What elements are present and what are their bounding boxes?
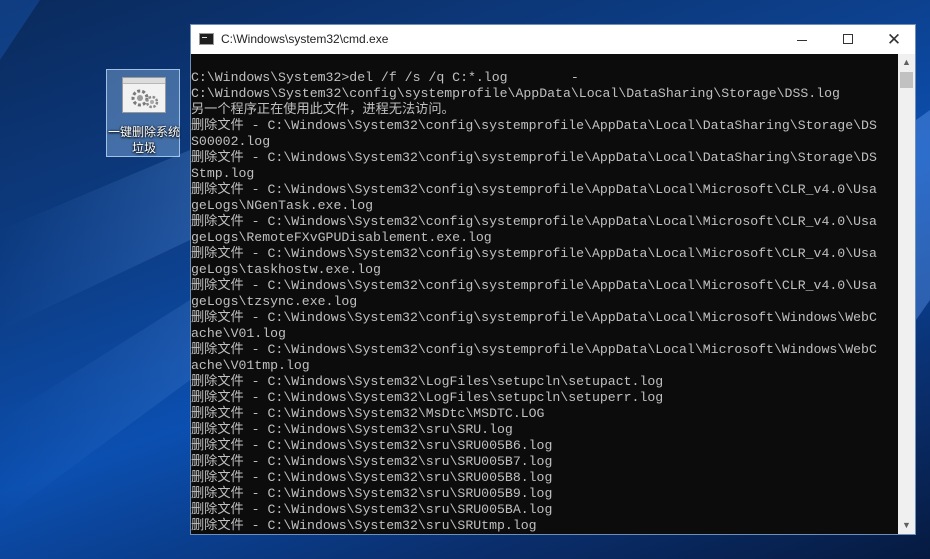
console-line: Stmp.log <box>191 166 255 181</box>
console-line: C:\Windows\System32>del /f /s /q C:*.log… <box>191 70 579 85</box>
console-output[interactable]: C:\Windows\System32>del /f /s /q C:*.log… <box>191 54 898 534</box>
console-line: geLogs\taskhostw.exe.log <box>191 262 381 277</box>
cmd-window: C:\Windows\system32\cmd.exe ✕ C:\Windows… <box>190 24 916 535</box>
console-line: geLogs\NGenTask.exe.log <box>191 198 374 213</box>
maximize-button[interactable] <box>825 25 871 54</box>
console-line: geLogs\RemoteFXvGPUDisablement.exe.log <box>191 230 492 245</box>
console-line: S00002.log <box>191 134 271 149</box>
console-line: ache\V01tmp.log <box>191 358 310 373</box>
desktop-icon-label: 一键删除系统垃圾 <box>107 125 180 155</box>
window-title: C:\Windows\system32\cmd.exe <box>221 32 389 46</box>
maximize-icon <box>843 34 853 44</box>
console-line: 删除文件 - C:\Windows\System32\config\system… <box>191 118 877 133</box>
console-line: 删除文件 - C:\Windows\System32\config\system… <box>191 182 877 197</box>
console-line: 删除文件 - C:\Windows\System32\MsDtc\MSDTC.L… <box>191 406 545 421</box>
console-line: 删除文件 - C:\Windows\System32\config\system… <box>191 150 877 165</box>
console-line: 删除文件 - C:\Windows\System32\sru\SRU.log <box>191 422 513 437</box>
console-line: 另一个程序正在使用此文件，进程无法访问。 <box>191 102 455 117</box>
scroll-down-arrow-icon[interactable]: ▼ <box>898 517 915 534</box>
console-line: 删除文件 - C:\Windows\System32\LogFiles\setu… <box>191 390 664 405</box>
settings-gear-icon <box>122 77 166 113</box>
console-line: 删除文件 - C:\Windows\System32\sru\SRU005B8.… <box>191 470 553 485</box>
cmd-app-icon <box>199 33 214 45</box>
close-button[interactable]: ✕ <box>871 25 917 54</box>
console-line: 删除文件 - C:\Windows\System32\sru\SRU005B6.… <box>191 438 553 453</box>
console-line: 删除文件 - C:\Windows\System32\config\system… <box>191 246 877 261</box>
console-line: C:\Windows\System32\config\systemprofile… <box>191 86 840 101</box>
scroll-thumb[interactable] <box>900 72 913 88</box>
console-line: ache\V01.log <box>191 326 286 341</box>
minimize-button[interactable] <box>779 25 825 54</box>
console-line: 删除文件 - C:\Windows\System32\sru\SRUtmp.lo… <box>191 518 537 533</box>
console-line: geLogs\tzsync.exe.log <box>191 294 358 309</box>
console-line: 删除文件 - C:\Windows\System32\config\system… <box>191 310 877 325</box>
title-bar[interactable]: C:\Windows\system32\cmd.exe ✕ <box>191 25 915 54</box>
desktop: { "desktop": { "icon_label": "一键删除系统垃圾" … <box>0 0 930 559</box>
close-icon: ✕ <box>886 30 902 49</box>
minimize-icon <box>797 40 807 41</box>
console-line: 删除文件 - C:\Windows\System32\sru\SRU005B7.… <box>191 454 553 469</box>
console-line: 删除文件 - C:\Windows\System32\config\system… <box>191 342 877 357</box>
console-line: 删除文件 - C:\Windows\System32\sru\SRU005BA.… <box>191 502 553 517</box>
console-line: 删除文件 - C:\Windows\System32\config\system… <box>191 214 877 229</box>
console-line: 删除文件 - C:\Windows\System32\LogFiles\setu… <box>191 374 664 389</box>
desktop-shortcut-clean-junk[interactable]: 一键删除系统垃圾 <box>106 69 180 157</box>
console-line: 删除文件 - C:\Windows\System32\sru\SRU005B9.… <box>191 486 553 501</box>
vertical-scrollbar[interactable]: ▲ ▼ <box>898 54 915 534</box>
console-line: 删除文件 - C:\Windows\System32\config\system… <box>191 278 877 293</box>
scroll-up-arrow-icon[interactable]: ▲ <box>898 54 915 71</box>
